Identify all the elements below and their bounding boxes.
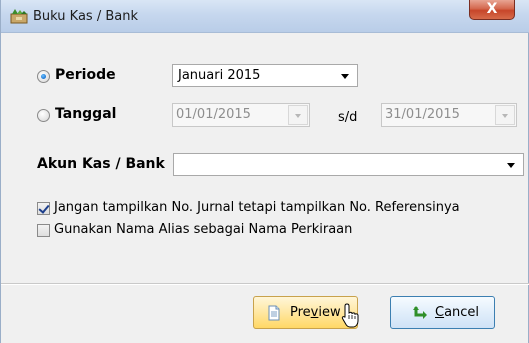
hide-journal-label: Jangan tampilkan No. Jurnal tetapi tampi… (54, 200, 460, 215)
tanggal-from-value: 01/01/2015 (176, 107, 251, 122)
tanggal-label: Tanggal (55, 106, 117, 122)
window-title: Buku Kas / Bank (33, 9, 138, 24)
tanggal-radio[interactable] (37, 109, 50, 122)
chevron-down-icon (507, 163, 515, 168)
tanggal-to-field[interactable]: 31/01/2015 (381, 103, 517, 127)
periode-label: Periode (55, 67, 116, 83)
undo-arrow-icon (413, 306, 427, 319)
akun-dropdown[interactable] (173, 153, 524, 176)
dialog-window: Buku Kas / Bank X Periode Januari 2015 T… (0, 0, 529, 343)
tanggal-to-value: 31/01/2015 (385, 107, 460, 122)
periode-radio[interactable] (37, 70, 50, 83)
date-dropdown-button[interactable] (288, 105, 308, 125)
tanggal-from-field[interactable]: 01/01/2015 (172, 103, 310, 127)
app-icon (10, 9, 28, 24)
close-icon: X (486, 1, 498, 17)
chevron-down-icon (341, 74, 349, 79)
periode-dropdown[interactable]: Januari 2015 (172, 64, 358, 87)
use-alias-label: Gunakan Nama Alias sebagai Nama Perkiraa… (54, 222, 353, 237)
date-dropdown-button[interactable] (495, 105, 515, 125)
chevron-down-icon (502, 114, 508, 118)
range-separator: s/d (338, 110, 358, 125)
chevron-down-icon (295, 114, 301, 118)
cancel-button[interactable]: Cancel (390, 296, 495, 329)
document-icon (268, 305, 280, 321)
preview-label: Preview (290, 305, 341, 320)
periode-value: Januari 2015 (178, 68, 261, 83)
cancel-label: Cancel (435, 305, 480, 320)
akun-label: Akun Kas / Bank (37, 156, 165, 172)
divider-highlight (1, 284, 529, 285)
title-bar: Buku Kas / Bank X (1, 0, 529, 33)
hand-cursor-icon (341, 303, 359, 328)
close-button[interactable]: X (469, 0, 515, 20)
use-alias-checkbox[interactable] (37, 224, 50, 237)
hide-journal-checkbox[interactable] (37, 202, 50, 215)
